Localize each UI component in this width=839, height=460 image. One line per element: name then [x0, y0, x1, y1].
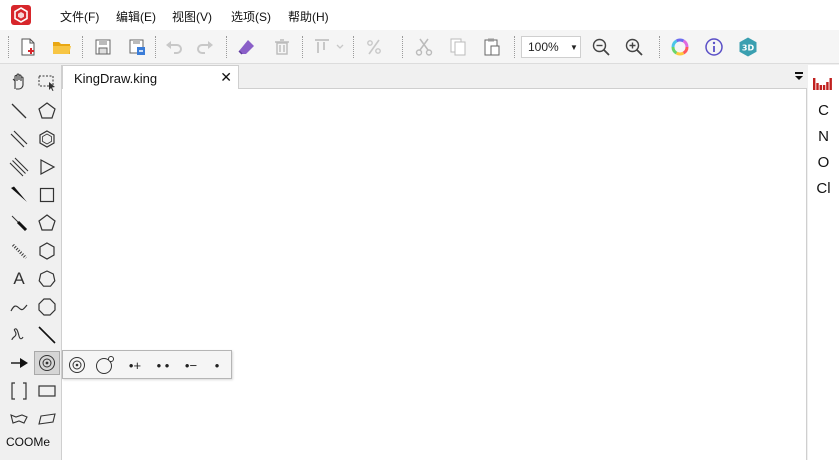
plane-shape-icon[interactable] — [34, 407, 60, 431]
heptagon-ring-icon[interactable] — [34, 267, 60, 291]
toolbar-separator — [155, 36, 156, 58]
charge-tool-icon[interactable] — [34, 351, 60, 375]
main-toolbar: 100% ▼ 3D — [0, 30, 839, 64]
copy-icon[interactable] — [446, 35, 470, 59]
menu-file[interactable]: 文件(F) — [60, 8, 99, 25]
drawing-toolbox: A COOMe — [0, 65, 62, 460]
element-panel: C N O Cl — [808, 65, 839, 460]
info-icon[interactable] — [702, 35, 726, 59]
bracket-tool-icon[interactable] — [6, 379, 32, 403]
element-cl-button[interactable]: Cl — [808, 180, 839, 197]
diradical-button[interactable]: • • — [149, 354, 177, 376]
zoom-select[interactable]: 100% ▼ — [521, 36, 581, 58]
circle-charge-icon[interactable] — [93, 354, 117, 376]
tab-title: KingDraw.king — [74, 71, 158, 86]
arrow-tool-icon[interactable] — [6, 351, 32, 375]
negative-radical-button[interactable]: •− — [177, 354, 205, 376]
tab-menu-icon[interactable] — [793, 69, 805, 83]
text-tool-icon[interactable]: A — [6, 267, 32, 291]
redo-icon[interactable] — [194, 35, 218, 59]
wedge-bond-icon[interactable] — [6, 183, 32, 207]
cut-icon[interactable] — [412, 35, 436, 59]
menu-bar: 文件(F) 编辑(E) 视图(V) 选项(S) 帮助(H) — [0, 0, 839, 30]
charge-options-popup: •+ • • •− • — [62, 350, 232, 379]
toolbar-separator — [226, 36, 227, 58]
triple-bond-icon[interactable] — [6, 155, 32, 179]
toolbar-separator — [353, 36, 354, 58]
delete-icon[interactable] — [270, 35, 294, 59]
single-radical-button[interactable]: • — [205, 354, 229, 376]
long-line-icon[interactable] — [34, 323, 60, 347]
chevron-down-icon[interactable]: ▼ — [568, 43, 580, 52]
3d-icon[interactable]: 3D — [736, 35, 760, 59]
orbital-tool-icon[interactable] — [6, 407, 32, 431]
zoom-in-icon[interactable] — [622, 35, 646, 59]
menu-view[interactable]: 视图(V) — [172, 8, 212, 25]
toolbar-separator — [82, 36, 83, 58]
rectangle-shape-icon[interactable] — [34, 379, 60, 403]
zoom-out-icon[interactable] — [589, 35, 613, 59]
bold-bond-icon[interactable] — [6, 211, 32, 235]
triangle-ring-icon[interactable] — [34, 155, 60, 179]
element-o-button[interactable]: O — [808, 154, 839, 171]
curve-tool-icon[interactable] — [6, 295, 32, 319]
save-as-icon[interactable] — [125, 35, 149, 59]
toolbar-separator — [659, 36, 660, 58]
benzene-ring-icon[interactable] — [34, 127, 60, 151]
radical-circle-icon[interactable] — [65, 354, 89, 376]
new-file-icon[interactable] — [16, 35, 40, 59]
close-icon[interactable]: ✕ — [220, 69, 232, 86]
single-bond-icon[interactable] — [6, 99, 32, 123]
app-logo-icon[interactable] — [10, 4, 32, 26]
tab-document[interactable]: KingDraw.king ✕ — [62, 65, 239, 89]
marquee-select-icon[interactable] — [34, 70, 60, 94]
pentagon-ring-icon[interactable] — [34, 99, 60, 123]
color-wheel-icon[interactable] — [668, 35, 692, 59]
hashed-bond-icon[interactable] — [6, 239, 32, 263]
hand-tool-icon[interactable] — [6, 70, 32, 94]
toolbar-separator — [302, 36, 303, 58]
group-abbreviation-button[interactable]: COOMe — [6, 435, 50, 449]
menu-help[interactable]: 帮助(H) — [288, 8, 329, 25]
save-icon[interactable] — [91, 35, 115, 59]
cyclopentane-icon[interactable] — [34, 211, 60, 235]
hexagon-ring-icon[interactable] — [34, 239, 60, 263]
double-bond-icon[interactable] — [6, 127, 32, 151]
square-ring-icon[interactable] — [34, 183, 60, 207]
align-icon[interactable] — [311, 35, 347, 59]
drawing-canvas[interactable] — [62, 89, 807, 460]
menu-options[interactable]: 选项(S) — [231, 8, 271, 25]
periodic-table-icon[interactable] — [813, 76, 833, 93]
percent-icon[interactable] — [362, 35, 386, 59]
octagon-ring-icon[interactable] — [34, 295, 60, 319]
open-folder-icon[interactable] — [50, 35, 74, 59]
toolbar-separator — [514, 36, 515, 58]
document-tabs: KingDraw.king ✕ — [62, 65, 807, 89]
undo-icon[interactable] — [161, 35, 185, 59]
zoom-value: 100% — [528, 40, 559, 54]
wavy-bond-icon[interactable] — [6, 323, 32, 347]
element-n-button[interactable]: N — [808, 128, 839, 145]
svg-text:3D: 3D — [742, 44, 755, 53]
menu-edit[interactable]: 编辑(E) — [116, 8, 156, 25]
toolbar-separator — [8, 36, 9, 58]
element-c-button[interactable]: C — [808, 102, 839, 119]
toolbar-separator — [402, 36, 403, 58]
eraser-icon[interactable] — [235, 35, 259, 59]
positive-radical-button[interactable]: •+ — [121, 354, 149, 376]
paste-icon[interactable] — [480, 35, 504, 59]
